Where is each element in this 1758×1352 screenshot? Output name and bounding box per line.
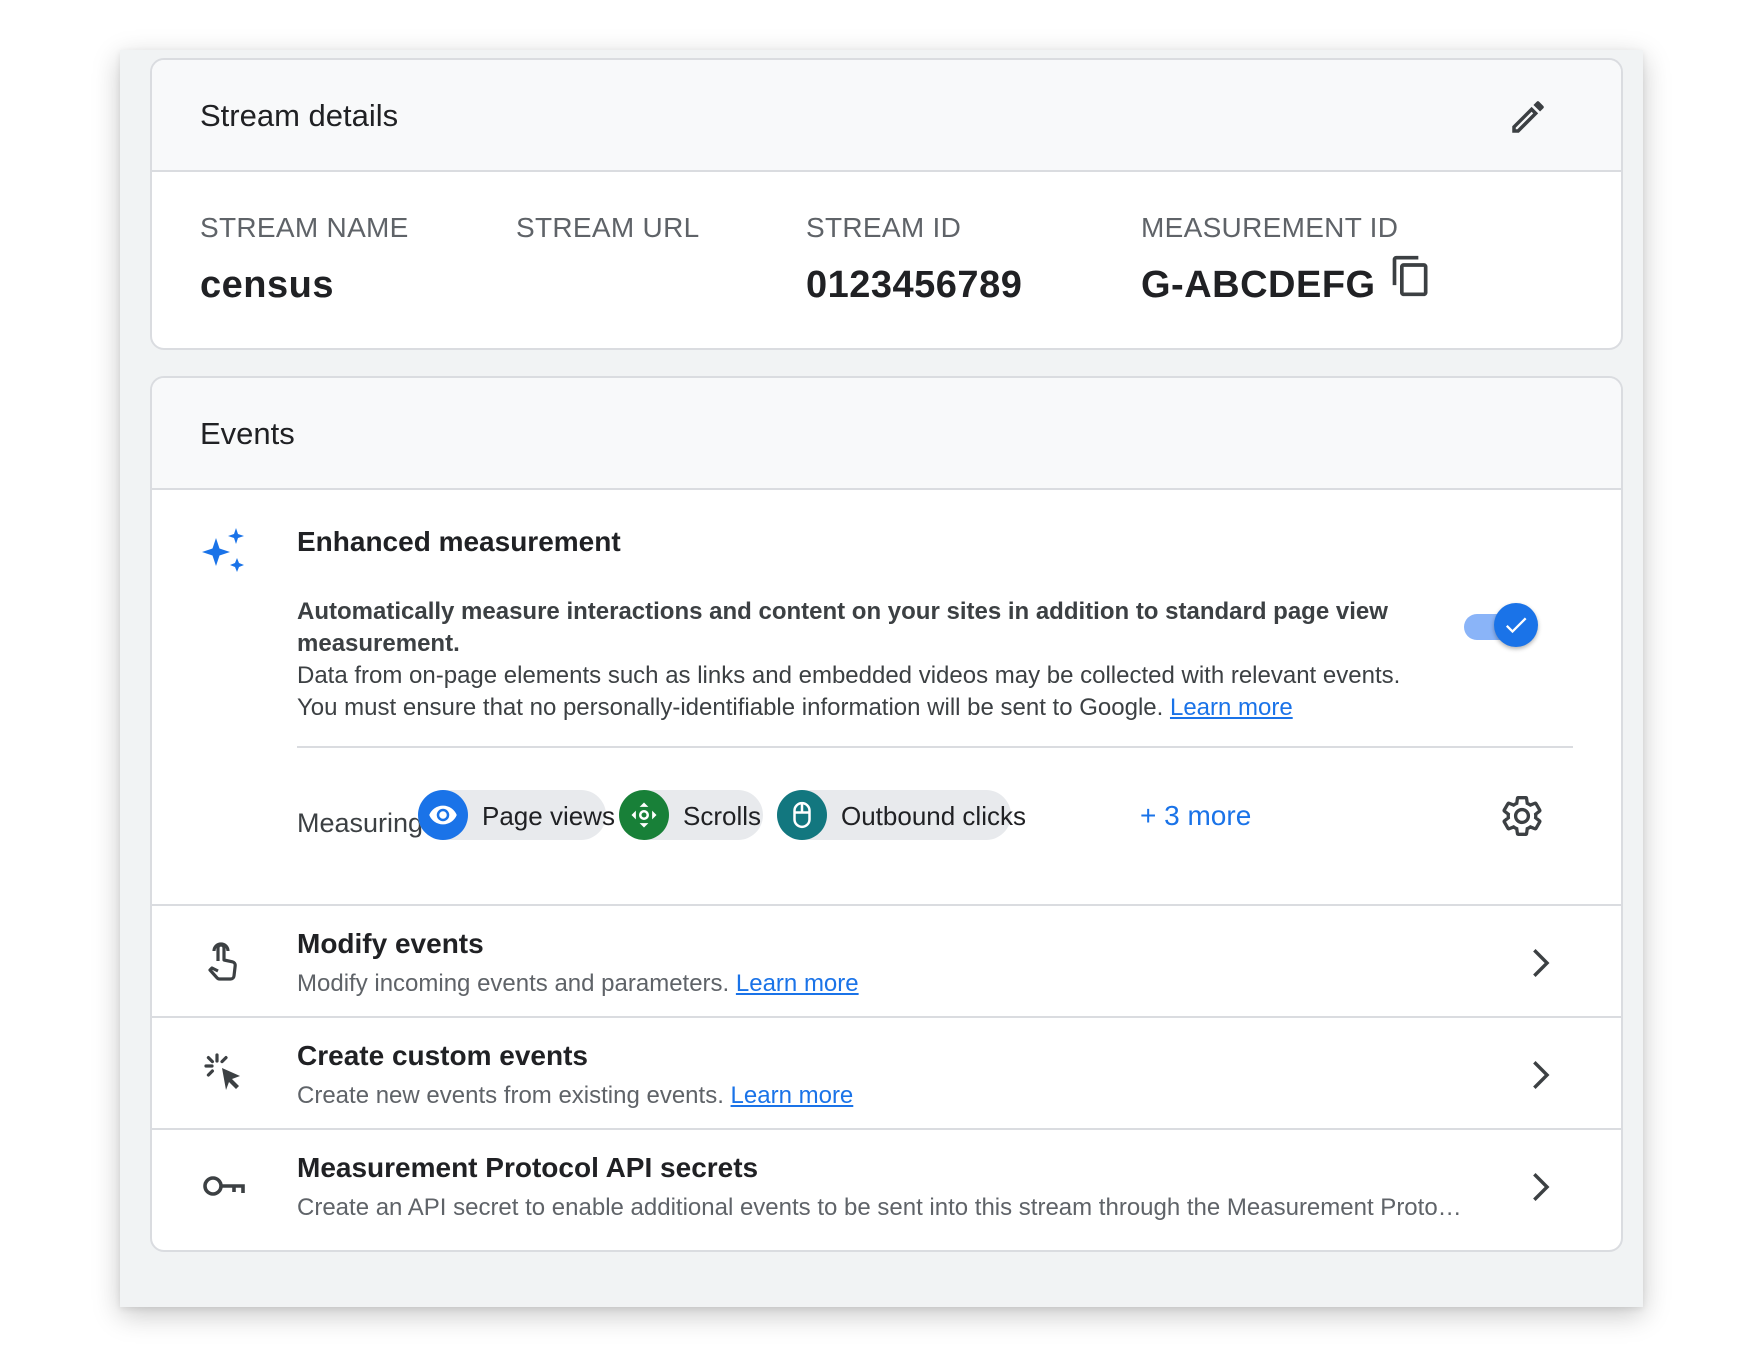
notice-line-2: You must ensure that no personally-ident… — [297, 692, 1477, 724]
stream-id-field: STREAM ID 0123456789 — [806, 212, 1022, 307]
stream-panel: Stream details STREAM NAME census STREAM… — [120, 50, 1643, 1307]
chip-scrolls[interactable]: Scrolls — [619, 790, 763, 840]
stream-name-value: census — [200, 264, 334, 306]
chip-label: Outbound clicks — [841, 801, 1026, 831]
chevron-right-icon — [1533, 1173, 1550, 1201]
events-header: Events — [152, 378, 1621, 490]
key-icon — [203, 1176, 245, 1196]
scroll-arrows-icon — [619, 790, 669, 840]
more-chips-link[interactable]: + 3 more — [1140, 800, 1251, 832]
gear-icon[interactable] — [1500, 794, 1544, 838]
sparkle-icon — [202, 528, 244, 572]
stream-details-body: STREAM NAME census STREAM URL STREAM ID … — [152, 172, 1621, 348]
row-subtitle-text: Create new events from existing events. — [297, 1082, 724, 1109]
chip-label: Page views — [482, 801, 615, 831]
enhanced-measurement-section: Enhanced measurement Automatically measu… — [152, 490, 1621, 906]
eye-icon — [418, 790, 468, 840]
events-title: Events — [200, 416, 295, 451]
measuring-label: Measuring: — [297, 808, 431, 838]
row-create-custom-events[interactable]: Create custom events Create new events f… — [152, 1018, 1621, 1130]
row-title: Measurement Protocol API secrets — [297, 1152, 759, 1183]
stream-url-label: STREAM URL — [516, 212, 700, 243]
stream-id-value: 0123456789 — [806, 264, 1023, 306]
row-api-secrets[interactable]: Measurement Protocol API secrets Create … — [152, 1130, 1621, 1242]
row-title: Create custom events — [297, 1040, 589, 1071]
stream-name-label: STREAM NAME — [200, 212, 409, 243]
section-divider — [297, 746, 1573, 748]
row-subtitle: Create new events from existing events. … — [297, 1082, 1473, 1110]
enhanced-measurement-description: Automatically measure interactions and c… — [297, 598, 1388, 657]
row-subtitle: Modify incoming events and parameters. L… — [297, 970, 1473, 998]
row-subtitle-text: Modify incoming events and parameters. — [297, 970, 730, 997]
stream-details-card: Stream details STREAM NAME census STREAM… — [150, 58, 1623, 350]
stream-url-field: STREAM URL — [516, 212, 699, 264]
stream-details-header: Stream details — [152, 60, 1621, 172]
mouse-icon — [777, 790, 827, 840]
chip-outbound-clicks[interactable]: Outbound clicks — [777, 790, 1026, 840]
enhanced-measurement-title: Enhanced measurement — [297, 526, 621, 557]
learn-more-link[interactable]: Learn more — [1170, 694, 1293, 721]
notice-line-2-text: You must ensure that no personally-ident… — [297, 694, 1164, 721]
stream-details-title: Stream details — [200, 98, 399, 133]
measurement-id-field: MEASUREMENT ID G-ABCDEFG — [1141, 212, 1441, 348]
enhanced-measurement-toggle[interactable] — [1464, 603, 1542, 649]
pencil-icon[interactable] — [1507, 96, 1549, 138]
row-subtitle: Create an API secret to enable additiona… — [297, 1194, 1473, 1221]
chip-label: Scrolls — [683, 801, 762, 831]
chevron-right-icon — [1533, 1061, 1550, 1089]
touch-hand-icon — [208, 942, 237, 981]
toggle-knob — [1494, 603, 1538, 647]
chevron-right-icon — [1533, 949, 1550, 977]
stream-id-label: STREAM ID — [806, 212, 962, 243]
learn-more-link[interactable]: Learn more — [731, 1082, 854, 1109]
chip-page-views[interactable]: Page views — [418, 790, 615, 840]
measurement-id-label: MEASUREMENT ID — [1141, 212, 1399, 243]
check-icon — [1505, 617, 1527, 634]
copy-icon[interactable] — [1389, 252, 1433, 300]
row-modify-events[interactable]: Modify events Modify incoming events and… — [152, 906, 1621, 1018]
row-title: Modify events — [297, 928, 484, 959]
stream-name-field: STREAM NAME census — [200, 212, 409, 307]
events-card: Events Enhanced measurement Automaticall… — [150, 376, 1623, 1252]
learn-more-link[interactable]: Learn more — [736, 970, 859, 997]
enhanced-measurement-notice: Data from on-page elements such as links… — [297, 660, 1477, 724]
notice-line-1: Data from on-page elements such as links… — [297, 662, 1401, 689]
click-cursor-icon — [204, 1053, 240, 1090]
